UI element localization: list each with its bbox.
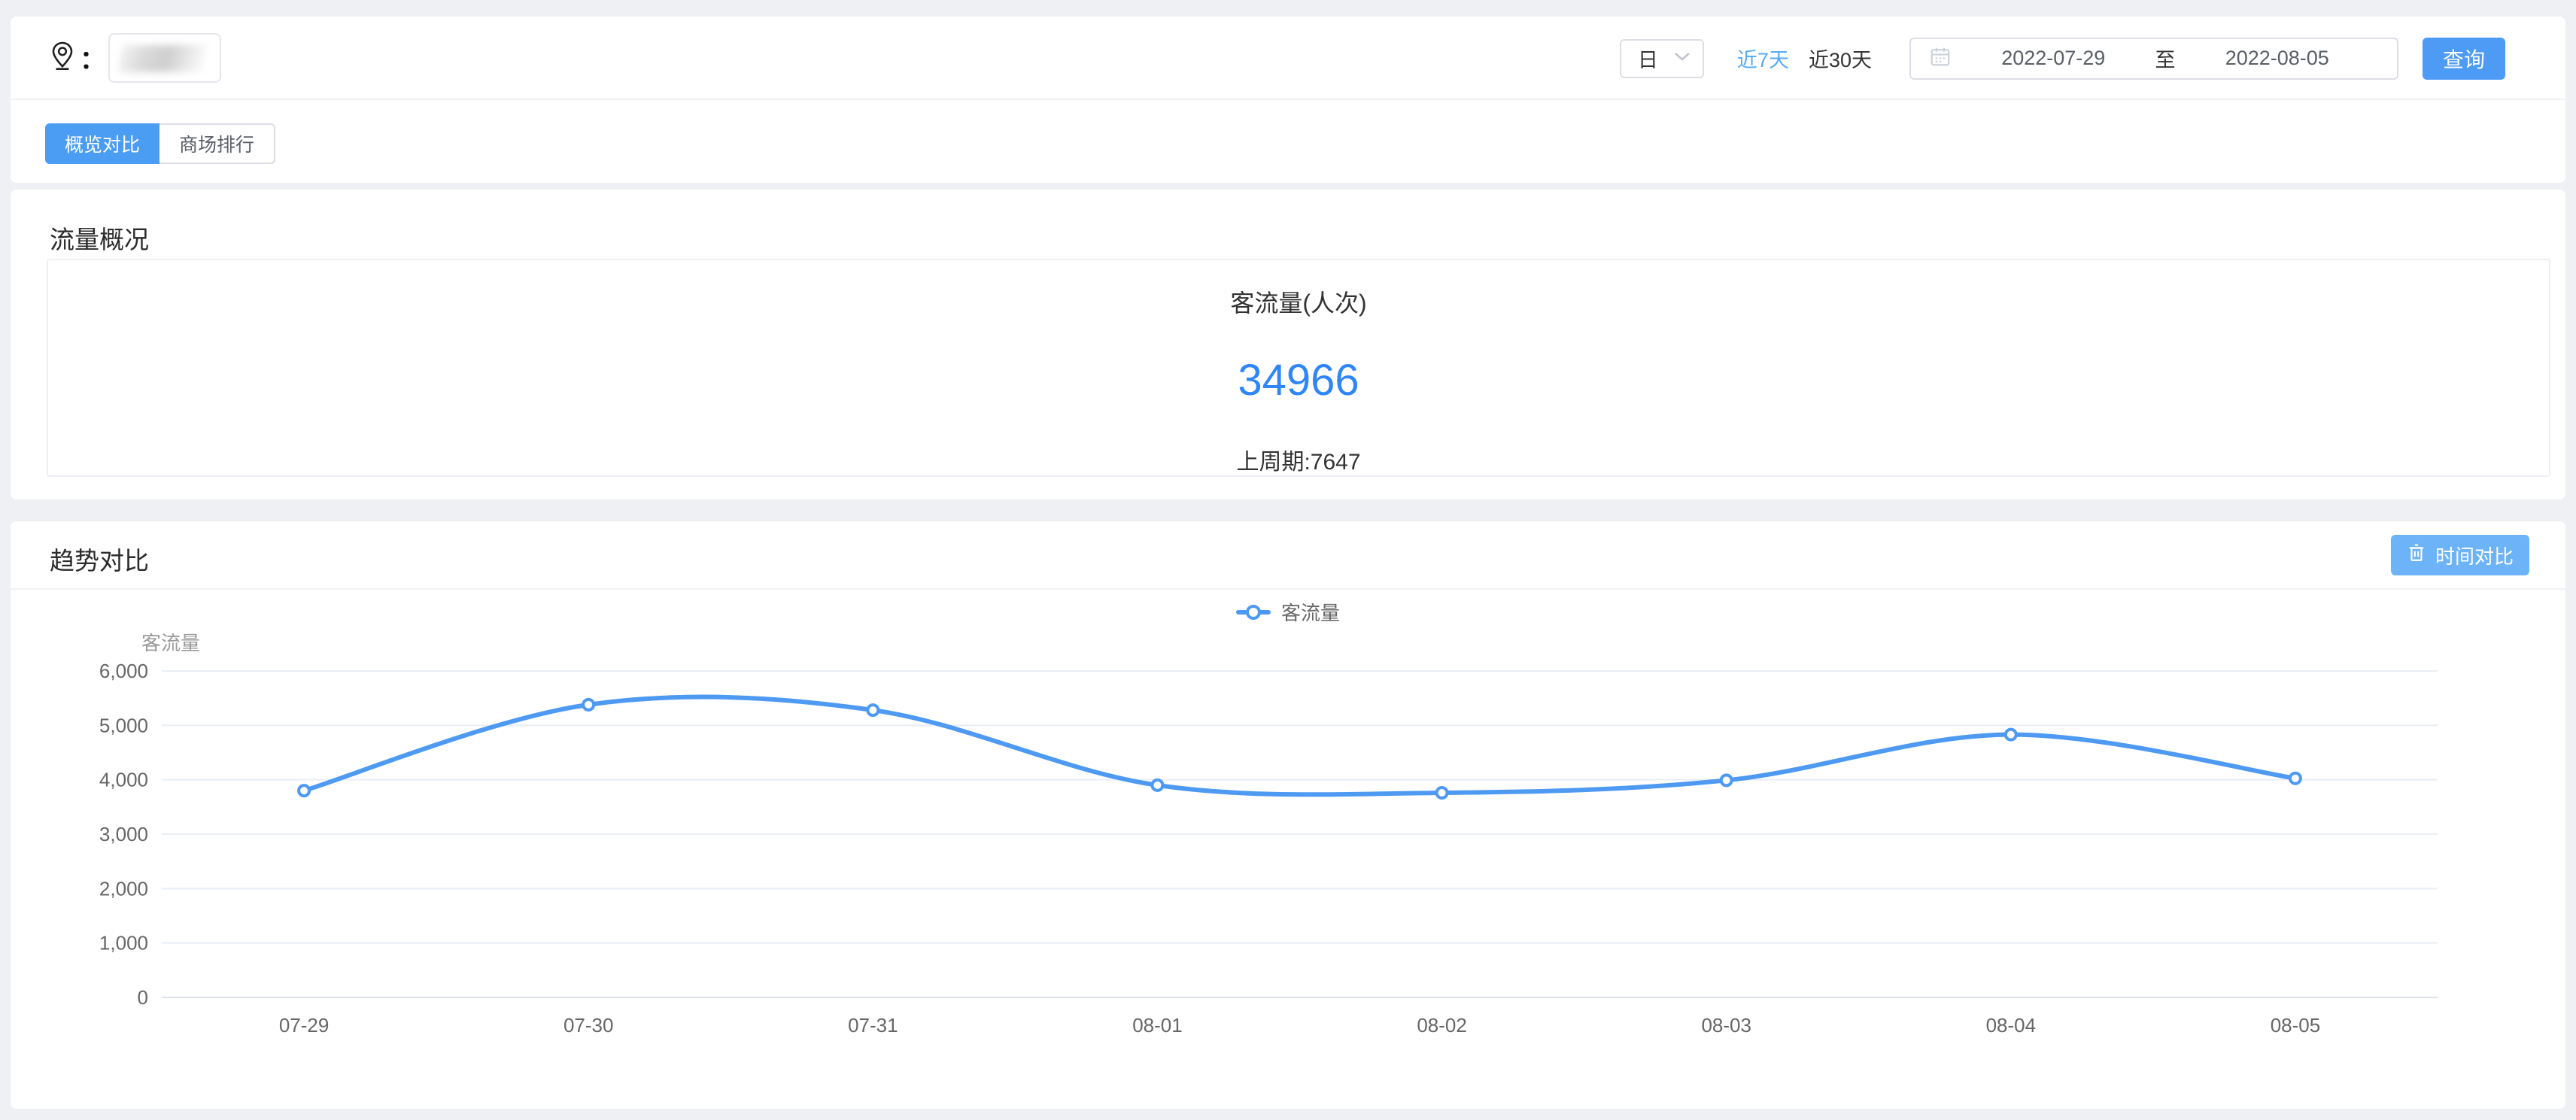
location-colon: ： bbox=[80, 39, 105, 76]
stat-label: 客流量(人次) bbox=[1230, 284, 1366, 319]
date-separator: 至 bbox=[2155, 44, 2176, 73]
svg-text:客流量: 客流量 bbox=[141, 632, 200, 654]
chevron-down-icon bbox=[1674, 51, 1690, 65]
legend-label: 客流量 bbox=[1281, 598, 1340, 626]
svg-text:08-01: 08-01 bbox=[1132, 1014, 1183, 1037]
legend-item-traffic[interactable]: 客流量 bbox=[1236, 598, 1340, 626]
location-group: ： bbox=[50, 33, 221, 83]
trend-header: 趋势对比 时间对比 bbox=[11, 521, 2565, 590]
svg-text:08-05: 08-05 bbox=[2271, 1014, 2321, 1037]
end-date-field[interactable]: 2022-08-05 bbox=[2176, 47, 2380, 70]
time-compare-label: 时间对比 bbox=[2435, 542, 2514, 569]
start-date-field[interactable]: 2022-07-29 bbox=[1952, 47, 2155, 70]
page: { "accent": "#4e9bf5", "toolbar": { "loc… bbox=[0, 0, 2576, 1120]
trend-line-chart: 0 1,000 2,000 3,000 4,000 5,000 6,000 客流量 07-29 0… bbox=[11, 624, 2565, 1091]
quick-range-7d[interactable]: 近7天 bbox=[1737, 44, 1789, 73]
date-range-picker[interactable]: 2022-07-29 至 2022-08-05 bbox=[1909, 38, 2398, 80]
svg-text:08-04: 08-04 bbox=[1986, 1014, 2037, 1037]
toolbar-panel: ： 日 近7天 近30天 bbox=[11, 17, 2565, 183]
chart-legend: 客流量 bbox=[11, 598, 2565, 626]
trend-panel: 趋势对比 时间对比 客流量 0 1,000 2,000 3,000 4,000 5,000… bbox=[11, 521, 2565, 1109]
trend-title: 趋势对比 bbox=[50, 541, 149, 577]
svg-text:6,000: 6,000 bbox=[99, 660, 148, 682]
location-selector[interactable] bbox=[108, 33, 221, 83]
svg-text:08-02: 08-02 bbox=[1417, 1014, 1467, 1037]
toolbar-controls: 日 近7天 近30天 bbox=[1620, 17, 2505, 100]
tab-overview-compare[interactable]: 概览对比 bbox=[45, 123, 159, 164]
calendar-icon bbox=[1929, 45, 1952, 71]
granularity-value: 日 bbox=[1638, 44, 1658, 73]
svg-text:07-29: 07-29 bbox=[279, 1014, 330, 1037]
traffic-stat-card: 客流量(人次) 34966 上周期:7647 bbox=[47, 259, 2550, 477]
svg-text:07-31: 07-31 bbox=[848, 1014, 898, 1037]
svg-text:1,000: 1,000 bbox=[99, 932, 148, 955]
svg-text:5,000: 5,000 bbox=[99, 714, 148, 736]
overview-title: 流量概况 bbox=[50, 220, 149, 256]
tab-mall-ranking[interactable]: 商场排行 bbox=[159, 123, 275, 164]
stat-previous-period: 上周期:7647 bbox=[1236, 443, 1360, 476]
svg-text:08-03: 08-03 bbox=[1701, 1014, 1751, 1037]
svg-text:4,000: 4,000 bbox=[99, 769, 148, 791]
granularity-select[interactable]: 日 bbox=[1620, 39, 1704, 78]
stat-value: 34966 bbox=[1238, 355, 1359, 405]
svg-text:0: 0 bbox=[138, 986, 148, 1009]
svg-text:3,000: 3,000 bbox=[99, 823, 148, 845]
location-pin-icon bbox=[50, 41, 75, 74]
line-series-icon bbox=[1236, 605, 1271, 620]
svg-text:2,000: 2,000 bbox=[99, 877, 148, 900]
trash-icon bbox=[2407, 543, 2426, 568]
quick-range-30d[interactable]: 近30天 bbox=[1809, 44, 1872, 73]
tab-bar: 概览对比 商场排行 bbox=[45, 123, 275, 164]
location-name-redacted bbox=[118, 45, 206, 72]
query-button[interactable]: 查询 bbox=[2423, 38, 2505, 80]
svg-text:07-30: 07-30 bbox=[564, 1014, 614, 1037]
overview-panel: 流量概况 客流量(人次) 34966 上周期:7647 bbox=[11, 190, 2565, 499]
time-compare-button[interactable]: 时间对比 bbox=[2391, 535, 2529, 575]
toolbar-row: ： 日 近7天 近30天 bbox=[11, 17, 2565, 100]
